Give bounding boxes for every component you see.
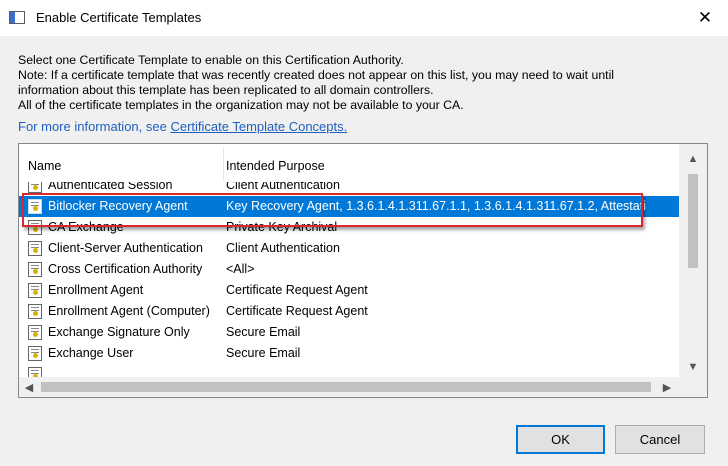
certificate-template-icon [28,182,42,193]
scroll-left-icon[interactable]: ◀ [19,377,39,397]
template-purpose: Client Authentication [226,182,340,192]
template-purpose: Secure Email [226,325,301,339]
description-line-2: Note: If a certificate template that was… [18,68,615,82]
list-header: Name Intended Purpose [19,144,679,184]
template-purpose: Secure Email [226,346,301,360]
close-button[interactable]: ✕ [682,0,728,36]
cancel-button[interactable]: Cancel [615,425,705,454]
horizontal-scroll-thumb[interactable] [41,382,651,392]
list-item-cross-certification-authority[interactable]: Cross Certification Authority <All> [19,259,679,280]
more-info-prefix: For more information, see [18,119,171,134]
vertical-scroll-thumb[interactable] [688,174,698,268]
template-purpose: Certificate Request Agent [226,304,368,318]
list-item-client-server-authentication[interactable]: Client-Server Authentication Client Auth… [19,238,679,259]
column-divider[interactable] [223,148,224,180]
list-item-exchange-signature-only[interactable]: Exchange Signature Only Secure Email [19,322,679,343]
title-bar: Enable Certificate Templates ✕ [0,0,728,36]
description: Select one Certificate Template to enabl… [18,53,718,113]
template-list[interactable]: Name Intended Purpose Authenticated Sess… [18,143,708,398]
list-item-authenticated-session[interactable]: Authenticated Session Client Authenticat… [19,182,679,196]
list-item-exchange-user[interactable]: Exchange User Secure Email [19,343,679,364]
window-title: Enable Certificate Templates [36,10,202,25]
certificate-template-concepts-link[interactable]: Certificate Template Concepts. [170,119,347,134]
certificate-template-icon [28,220,42,235]
certificate-template-icon [28,346,42,361]
template-name: Bitlocker Recovery Agent [48,199,188,213]
certificate-template-icon [28,283,42,298]
description-line-3: information about this template has been… [18,83,434,97]
vertical-scrollbar[interactable]: ▲ ▼ [679,144,707,378]
list-item-partial[interactable] [19,364,679,378]
template-purpose: Key Recovery Agent, 1.3.6.1.4.1.311.67.1… [226,199,646,213]
template-purpose: Private Key Archival [226,220,338,234]
template-purpose: Certificate Request Agent [226,283,368,297]
certificate-template-icon [28,325,42,340]
scroll-right-icon[interactable]: ▶ [657,377,677,397]
template-name: Cross Certification Authority [48,262,203,276]
description-line-4: All of the certificate templates in the … [18,98,464,112]
template-name: CA Exchange [48,220,124,234]
scrollbar-corner [679,377,707,397]
list-item-ca-exchange[interactable]: CA Exchange Private Key Archival [19,217,679,238]
certificate-template-icon [28,304,42,319]
window-icon [9,11,25,24]
template-name: Enrollment Agent [48,283,144,297]
column-header-name[interactable]: Name [28,159,61,173]
certificate-template-icon [28,262,42,277]
template-purpose: <All> [226,262,255,276]
template-name: Authenticated Session [48,182,173,192]
template-purpose: Client Authentication [226,241,340,255]
certificate-template-icon [28,199,42,214]
description-line-1: Select one Certificate Template to enabl… [18,53,404,67]
certificate-template-icon [28,241,42,256]
horizontal-scrollbar[interactable]: ◀ ▶ [19,377,707,397]
template-name: Exchange User [48,346,134,360]
ok-button[interactable]: OK [516,425,605,454]
list-item-enrollment-agent[interactable]: Enrollment Agent Certificate Request Age… [19,280,679,301]
template-name: Client-Server Authentication [48,241,203,255]
list-item-bitlocker-recovery-agent[interactable]: Bitlocker Recovery Agent Key Recovery Ag… [19,196,679,217]
list-rows: Authenticated Session Client Authenticat… [19,182,679,378]
list-item-enrollment-agent-computer[interactable]: Enrollment Agent (Computer) Certificate … [19,301,679,322]
template-name: Enrollment Agent (Computer) [48,304,210,318]
column-header-purpose[interactable]: Intended Purpose [226,159,325,173]
more-info: For more information, see Certificate Te… [18,119,347,134]
template-name: Exchange Signature Only [48,325,190,339]
scroll-up-icon[interactable]: ▲ [679,148,707,170]
scroll-down-icon[interactable]: ▼ [679,356,707,378]
